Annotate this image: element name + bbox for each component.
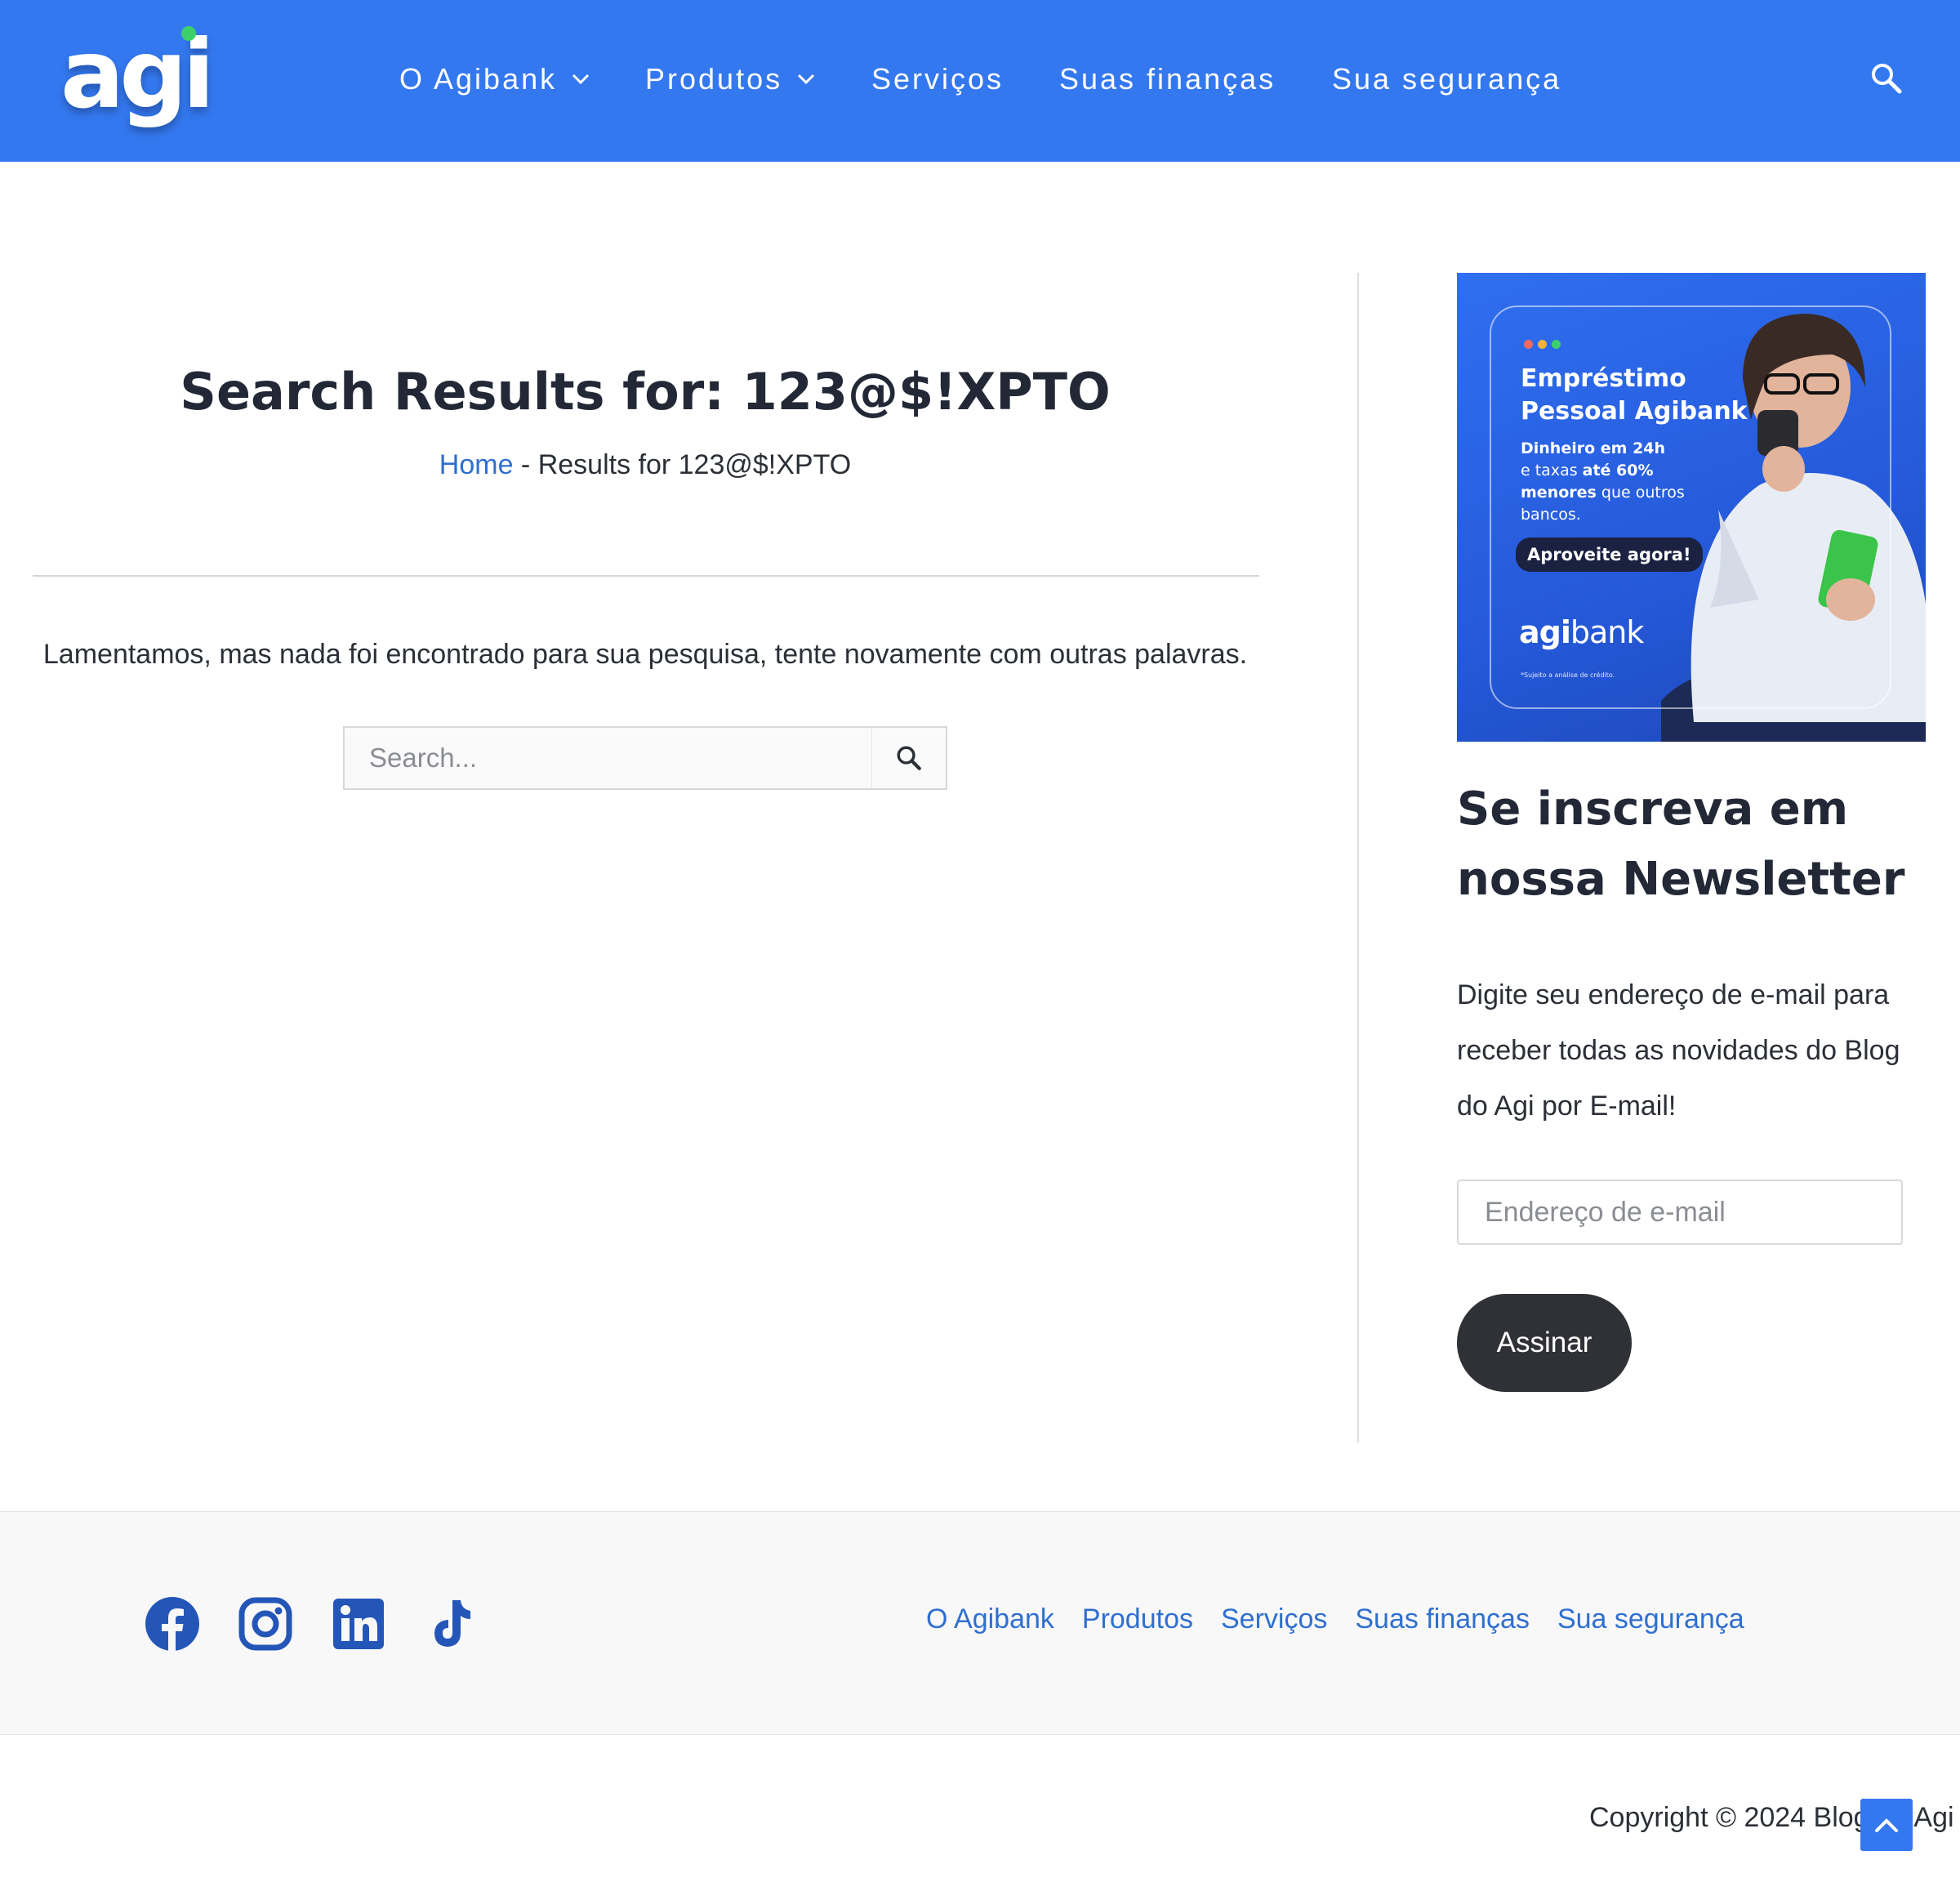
footer-link-produtos[interactable]: Produtos bbox=[1082, 1603, 1193, 1635]
nav-label: Produtos bbox=[645, 62, 783, 96]
breadcrumb: Home - Results for 123@$!XPTO bbox=[33, 449, 1258, 481]
nav-label: Sua segurança bbox=[1332, 62, 1562, 96]
chevron-up-icon bbox=[1875, 1818, 1898, 1832]
brand-fragment: agi bbox=[1519, 614, 1571, 650]
ad-title: Empréstimo Pessoal Agibank bbox=[1521, 363, 1749, 428]
footer-link-sua-seguranca[interactable]: Sua segurança bbox=[1557, 1603, 1744, 1635]
search-icon bbox=[897, 746, 921, 770]
ad-cta-button[interactable]: Aproveite agora! bbox=[1516, 537, 1703, 572]
search-form bbox=[343, 726, 947, 790]
nav-item-servicos[interactable]: Serviços bbox=[871, 59, 1004, 100]
chevron-down-icon bbox=[797, 74, 815, 85]
footer-link-servicos[interactable]: Serviços bbox=[1221, 1603, 1327, 1635]
brand-fragment: bank bbox=[1570, 614, 1644, 650]
footer-link-o-agibank[interactable]: O Agibank bbox=[926, 1603, 1054, 1635]
logo-text: agi bbox=[60, 20, 215, 130]
scroll-to-top-button[interactable] bbox=[1860, 1799, 1913, 1851]
logo-dot bbox=[181, 26, 196, 41]
linkedin-icon[interactable] bbox=[332, 1597, 385, 1651]
ad-text-line: bancos. bbox=[1521, 506, 1581, 524]
site-header: agi O Agibank Produtos Serviços Suas fin… bbox=[0, 0, 1960, 162]
ad-text-line: Dinheiro em 24h bbox=[1521, 439, 1666, 457]
instagram-icon[interactable] bbox=[238, 1597, 292, 1651]
chevron-down-icon bbox=[572, 74, 590, 85]
tiktok-icon[interactable] bbox=[425, 1597, 479, 1651]
nav-item-suas-financas[interactable]: Suas finanças bbox=[1059, 59, 1276, 100]
ad-text-line: e taxas até 60% bbox=[1521, 460, 1708, 482]
agibank-logo: agibank bbox=[1519, 614, 1644, 650]
divider bbox=[33, 575, 1259, 577]
ad-title-line: Pessoal Agibank bbox=[1521, 397, 1748, 426]
search-input[interactable] bbox=[345, 728, 867, 788]
ad-text-fragment: menores bbox=[1521, 484, 1597, 502]
nav-label: Suas finanças bbox=[1059, 62, 1276, 96]
agi-logo[interactable]: agi bbox=[60, 20, 215, 130]
breadcrumb-separator: - bbox=[513, 449, 538, 480]
nav-item-o-agibank[interactable]: O Agibank bbox=[399, 59, 590, 100]
footer-link-suas-financas[interactable]: Suas finanças bbox=[1355, 1603, 1530, 1635]
search-submit-button[interactable] bbox=[871, 728, 946, 788]
breadcrumb-home-link[interactable]: Home bbox=[439, 449, 514, 480]
ad-text: Dinheiro em 24h e taxas até 60% menores … bbox=[1521, 438, 1708, 526]
ad-text-line: menores que outros bbox=[1521, 482, 1708, 504]
ad-title-line: Empréstimo bbox=[1521, 364, 1686, 393]
loan-ad-banner[interactable]: Empréstimo Pessoal Agibank Dinheiro em 2… bbox=[1457, 273, 1926, 742]
site-footer: O Agibank Produtos Serviços Suas finança… bbox=[0, 1511, 1960, 1735]
footer-nav: O Agibank Produtos Serviços Suas finança… bbox=[926, 1603, 1744, 1635]
email-field[interactable] bbox=[1457, 1180, 1903, 1245]
ad-dots bbox=[1524, 340, 1561, 349]
ad-text-fragment: que outros bbox=[1596, 484, 1685, 502]
nav-label: Serviços bbox=[871, 62, 1004, 96]
nav-item-produtos[interactable]: Produtos bbox=[645, 59, 815, 100]
sidebar-divider bbox=[1357, 273, 1359, 1443]
nav-label: O Agibank bbox=[399, 62, 558, 96]
nav-item-sua-seguranca[interactable]: Sua segurança bbox=[1332, 59, 1561, 100]
no-results-message: Lamentamos, mas nada foi encontrado para… bbox=[42, 639, 1248, 670]
subscribe-button[interactable]: Assinar bbox=[1457, 1294, 1632, 1392]
search-icon[interactable] bbox=[1870, 62, 1903, 95]
facebook-icon[interactable] bbox=[145, 1597, 199, 1651]
ad-disclaimer: *Sujeito a análise de crédito. bbox=[1521, 671, 1615, 679]
page-title: Search Results for: 123@$!XPTO bbox=[180, 362, 1111, 421]
breadcrumb-current: Results for 123@$!XPTO bbox=[537, 449, 852, 480]
newsletter-title: Se inscreva em nossa Newsletter bbox=[1457, 783, 1905, 906]
newsletter-description: Digite seu endereço de e-mail para receb… bbox=[1457, 979, 1900, 1122]
ad-text-fragment: até 60% bbox=[1582, 462, 1654, 479]
ad-text-fragment: e taxas bbox=[1521, 462, 1583, 479]
